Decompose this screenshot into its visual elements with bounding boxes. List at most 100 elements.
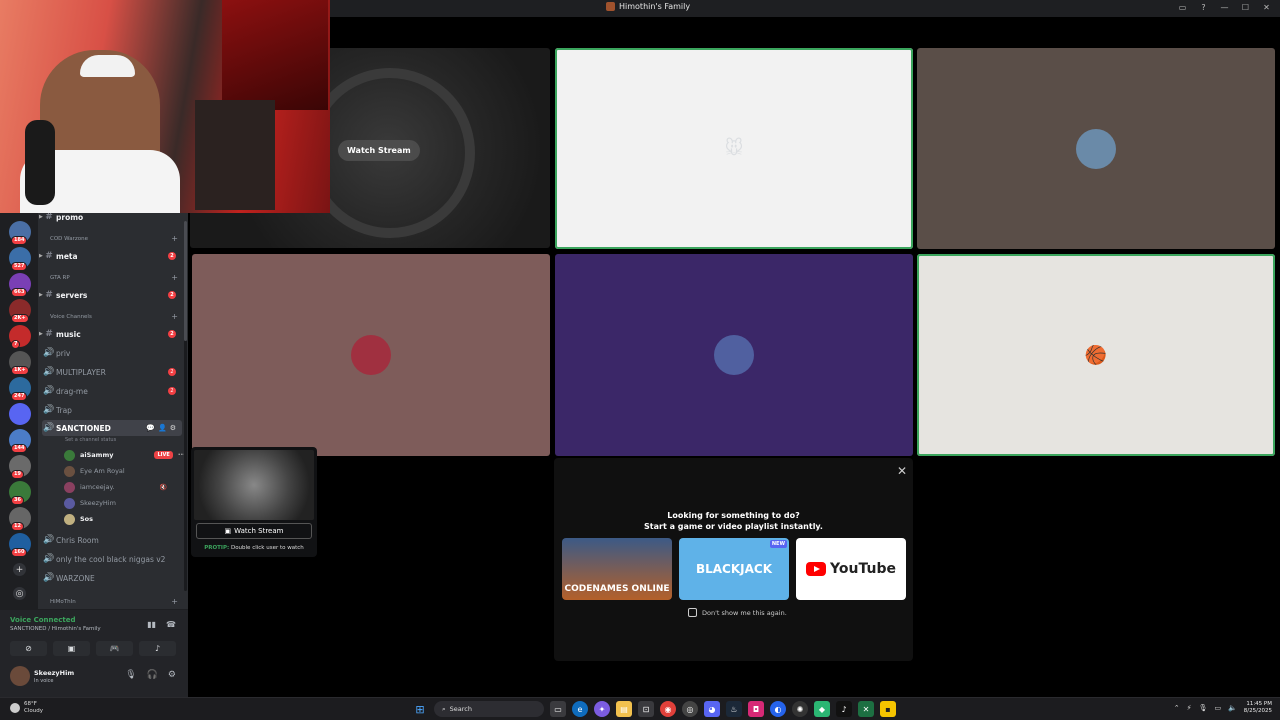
clock[interactable]: 11:45 PM 8/25/2025 (1244, 701, 1272, 715)
channel-promo[interactable]: ▶ # promo (39, 213, 182, 225)
voice-channel-drag-me[interactable]: 🔊 drag-me 2 (42, 383, 182, 399)
add-channel-icon[interactable]: + (171, 273, 178, 282)
tiktok-icon[interactable]: ♪ (836, 701, 852, 717)
voice-connected-subtitle[interactable]: SANCTIONED / Himothin's Family (10, 626, 101, 632)
server-icon[interactable]: 36 (9, 481, 31, 505)
network-icon[interactable]: ⚡ (1187, 704, 1192, 712)
participant-tile[interactable]: 🐭 (555, 48, 913, 249)
server-icon[interactable]: 1K+ (9, 351, 31, 375)
voice-user[interactable]: aiSammy LIVE ··· (64, 448, 186, 462)
stream-preview-thumbnail[interactable] (194, 450, 314, 520)
channel-scrollbar[interactable] (184, 221, 187, 591)
maximize-icon[interactable]: ☐ (1240, 2, 1251, 13)
camera-button[interactable]: ⊘ (10, 641, 47, 656)
voice-channel-priv[interactable]: 🔊 priv (42, 345, 182, 361)
discord-icon[interactable]: ◕ (704, 701, 720, 717)
voice-channel-warzone[interactable]: 🔊 WARZONE (42, 570, 182, 586)
weather-widget[interactable]: 68°F Cloudy (10, 701, 43, 715)
soundboard-button[interactable]: ♪ (139, 641, 176, 656)
server-icon[interactable]: 184 (9, 221, 31, 245)
voice-channel-multiplayer[interactable]: 🔊 MULTIPLAYER 2 (42, 364, 182, 380)
server-icon[interactable] (9, 403, 31, 425)
watch-stream-button[interactable]: Watch Stream (338, 140, 420, 161)
copilot-icon[interactable]: ✦ (594, 701, 610, 717)
voice-user[interactable]: iamceejay. 🔇 (64, 480, 167, 494)
store-icon[interactable]: ⊡ (638, 701, 654, 717)
channel-status[interactable]: Set a channel status (65, 437, 116, 443)
disconnect-icon[interactable]: ☎ (166, 620, 176, 629)
windows-start-icon[interactable]: ⊞ (412, 701, 428, 717)
category-himothin[interactable]: HiMoThIn (50, 599, 76, 605)
discover-icon[interactable]: ◎ (13, 587, 26, 600)
participant-tile[interactable] (917, 48, 1275, 249)
server-icon[interactable]: 7 (9, 325, 31, 349)
voice-user[interactable]: Sos (64, 512, 93, 526)
headphones-icon[interactable]: 🎧 (147, 670, 158, 680)
channel-music[interactable]: ▶ # music 2 (39, 326, 182, 342)
chatgpt-icon[interactable]: ✺ (792, 701, 808, 717)
instagram-icon[interactable]: ◘ (748, 701, 764, 717)
volume-icon[interactable]: 🔈 (1228, 704, 1237, 712)
server-icon[interactable]: 247 (9, 377, 31, 401)
dont-show-again[interactable]: Don't show me this again. (688, 608, 787, 617)
signal-icon[interactable]: ▮▮ (147, 620, 156, 629)
minimize-icon[interactable]: — (1219, 2, 1230, 13)
settings-icon[interactable]: ⚙ (170, 424, 176, 432)
voice-channel-sanctioned[interactable]: 🔊 SANCTIONED 💬 👤 ⚙ (42, 420, 182, 436)
add-server-icon[interactable]: + (13, 563, 26, 576)
app-icon[interactable]: ◆ (814, 701, 830, 717)
add-channel-icon[interactable]: + (171, 312, 178, 321)
screen-share-button[interactable]: ▣ (53, 641, 90, 656)
user-avatar[interactable] (10, 666, 30, 686)
settings-icon[interactable]: ⚙ (168, 670, 176, 680)
taskbar-search[interactable]: ⌕ Search (434, 701, 544, 717)
close-window-icon[interactable]: ✕ (1261, 2, 1272, 13)
activity-card-codenames[interactable]: CODENAMES ONLINE (562, 538, 672, 600)
activity-card-blackjack[interactable]: NEW BLACKJACK (679, 538, 789, 600)
capture-icon[interactable]: ◎ (682, 701, 698, 717)
user-name[interactable]: SkeezyHim (34, 669, 74, 677)
add-channel-icon[interactable]: + (171, 597, 178, 606)
microphone-icon[interactable]: 🎙 (125, 670, 136, 680)
server-icon[interactable]: 2K+ (9, 299, 31, 323)
voice-channel-chris-room[interactable]: 🔊 Chris Room (42, 532, 182, 548)
dont-show-checkbox[interactable] (688, 608, 697, 617)
app-icon[interactable]: ◐ (770, 701, 786, 717)
server-icon[interactable]: 663 (9, 273, 31, 297)
chrome-icon[interactable]: ◉ (660, 701, 676, 717)
server-icon[interactable]: 527 (9, 247, 31, 271)
add-channel-icon[interactable]: + (171, 234, 178, 243)
server-icon[interactable]: 160 (9, 533, 31, 557)
voice-user[interactable]: Eye Am Royal (64, 464, 125, 478)
sticky-notes-icon[interactable]: ▪ (880, 701, 896, 717)
edge-icon[interactable]: e (572, 701, 588, 717)
category-gta-rp[interactable]: GTA RP (50, 275, 70, 281)
participant-tile[interactable] (555, 254, 913, 456)
display-icon[interactable]: ▭ (1214, 704, 1221, 712)
voice-channel-trap[interactable]: 🔊 Trap (42, 402, 182, 418)
inbox-icon[interactable]: ▭ (1177, 2, 1188, 13)
channel-servers[interactable]: ▶ # servers 2 (39, 287, 182, 303)
mic-tray-icon[interactable]: 🎙 (1199, 704, 1208, 712)
voice-channel-cool[interactable]: 🔊 only the cool black niggas v2 (42, 551, 182, 567)
participant-tile[interactable] (192, 254, 550, 456)
category-cod-warzone[interactable]: COD Warzone (50, 236, 88, 242)
category-voice-channels[interactable]: Voice Channels (50, 314, 92, 320)
preview-watch-stream-button[interactable]: ▣ Watch Stream (196, 523, 312, 539)
excel-icon[interactable]: ✕ (858, 701, 874, 717)
participant-tile[interactable]: 🏀 (917, 254, 1275, 456)
task-view-icon[interactable]: ▭ (550, 701, 566, 717)
file-explorer-icon[interactable]: ▤ (616, 701, 632, 717)
steam-icon[interactable]: ♨ (726, 701, 742, 717)
server-icon[interactable]: 12 (9, 507, 31, 531)
activity-card-youtube[interactable]: YouTube (796, 538, 906, 600)
chevron-up-icon[interactable]: ⌃ (1174, 704, 1180, 712)
voice-user[interactable]: SkeezyHim (64, 496, 116, 510)
help-icon[interactable]: ? (1198, 2, 1209, 13)
close-icon[interactable]: ✕ (897, 464, 907, 478)
activity-button[interactable]: 🎮 (96, 641, 133, 656)
server-icon[interactable]: 19 (9, 455, 31, 479)
server-icon[interactable]: 144 (9, 429, 31, 453)
chat-icon[interactable]: 💬 (146, 424, 155, 432)
invite-icon[interactable]: 👤 (158, 424, 167, 432)
